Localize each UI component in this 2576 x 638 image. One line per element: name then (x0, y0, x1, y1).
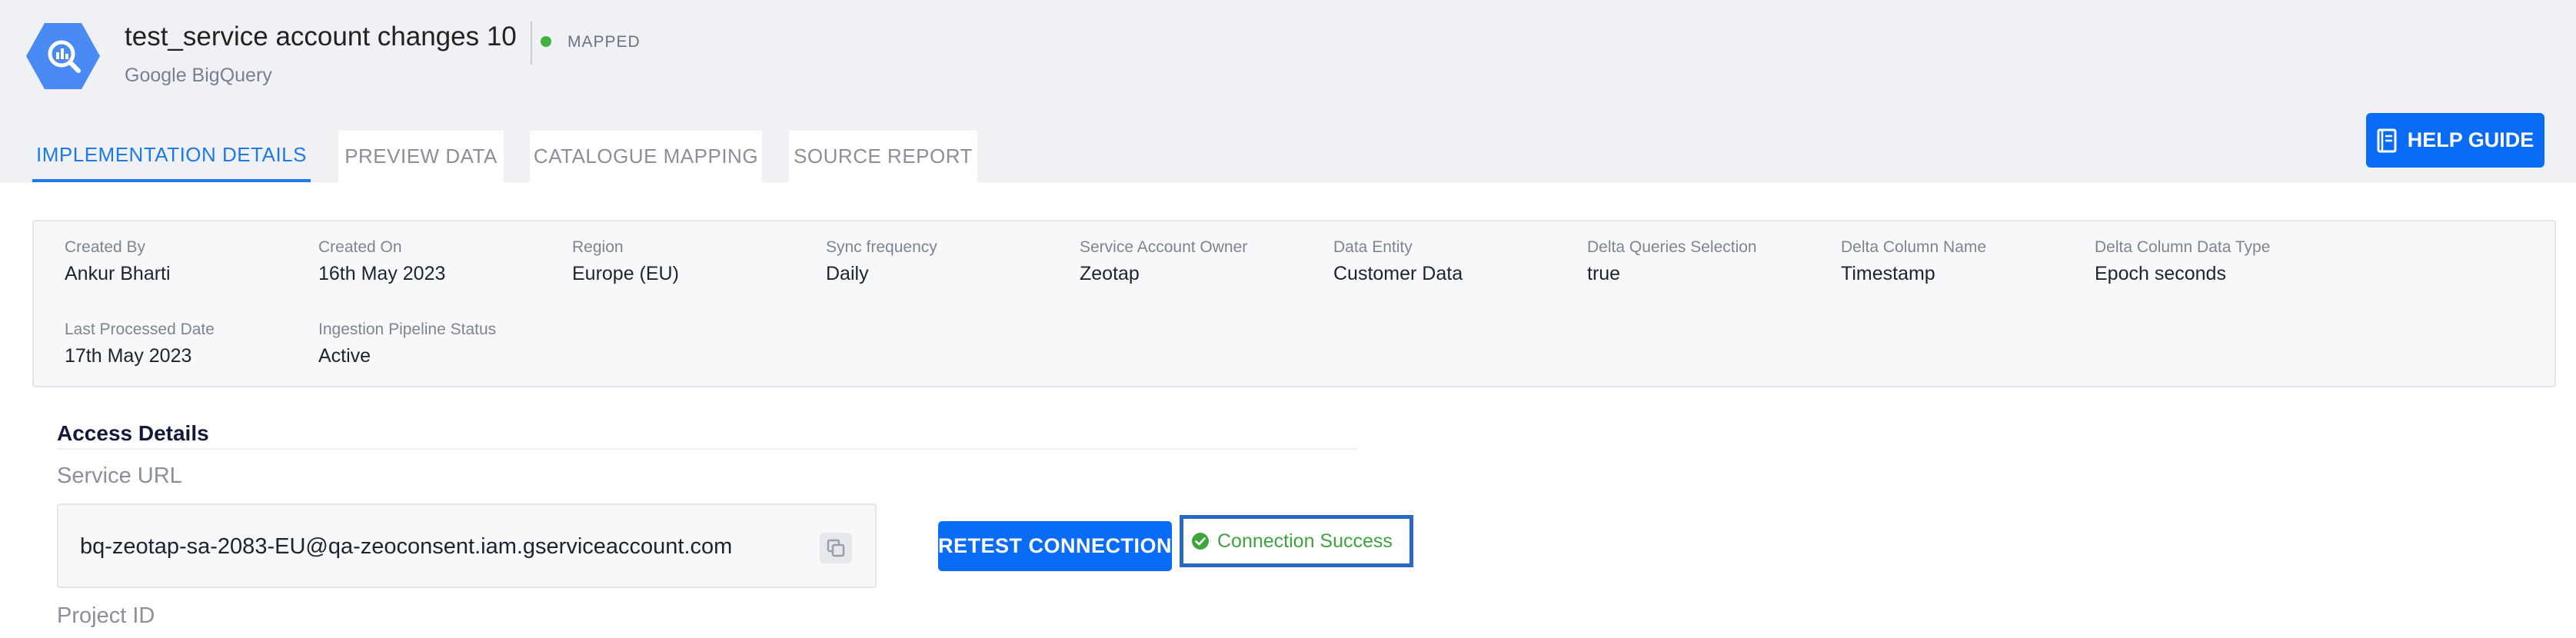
title-divider (531, 22, 532, 65)
connection-status-badge: Connection Success (1180, 515, 1413, 567)
detail-data-entity: Data Entity Customer Data (1333, 238, 1463, 285)
status-dot-icon (541, 36, 551, 47)
detail-label: Last Processed Date (65, 321, 215, 338)
detail-label: Created On (318, 238, 402, 256)
detail-label: Created By (65, 238, 146, 256)
detail-value: Timestamp (1841, 263, 1935, 284)
tab-implementation-details[interactable]: IMPLEMENTATION DETAILS (32, 131, 311, 182)
detail-ingestion-pipeline-status: Ingestion Pipeline Status Active (318, 321, 496, 367)
detail-delta-queries-selection: Delta Queries Selection true (1587, 238, 1757, 285)
service-url-value: bq-zeotap-sa-2083-EU@qa-zeoconsent.iam.g… (80, 534, 733, 559)
bigquery-logo-icon (26, 23, 100, 89)
detail-value: Ankur Bharti (65, 263, 171, 284)
page-header: test_service account changes 10 MAPPED G… (0, 0, 2576, 182)
detail-label: Data Entity (1333, 238, 1413, 256)
detail-value: 16th May 2023 (318, 263, 446, 284)
copy-icon (827, 539, 845, 557)
tab-catalogue-mapping[interactable]: CATALOGUE MAPPING (530, 131, 762, 182)
service-url-label: Service URL (57, 464, 182, 488)
detail-sync-frequency: Sync frequency Daily (826, 238, 937, 285)
status-badge: MAPPED (567, 33, 641, 51)
detail-value: Epoch seconds (2095, 263, 2226, 284)
detail-created-on: Created On 16th May 2023 (318, 238, 445, 285)
detail-label: Region (572, 238, 624, 256)
detail-delta-column-data-type: Delta Column Data Type Epoch seconds (2095, 238, 2270, 285)
project-id-label: Project ID (57, 603, 155, 628)
connection-status-text: Connection Success (1217, 530, 1393, 552)
access-details-heading: Access Details (57, 421, 209, 445)
detail-value: true (1587, 263, 1621, 284)
detail-value: 17th May 2023 (65, 345, 192, 367)
help-guide-button[interactable]: HELP GUIDE (2366, 113, 2544, 168)
tab-source-report[interactable]: SOURCE REPORT (789, 131, 977, 182)
detail-last-processed-date: Last Processed Date 17th May 2023 (65, 321, 215, 367)
detail-value: Daily (826, 263, 869, 284)
detail-label: Sync frequency (826, 238, 937, 256)
service-url-field: bq-zeotap-sa-2083-EU@qa-zeoconsent.iam.g… (57, 503, 877, 588)
detail-created-by: Created By Ankur Bharti (65, 238, 171, 285)
detail-label: Service Account Owner (1080, 238, 1248, 256)
detail-label: Delta Column Data Type (2095, 238, 2271, 256)
check-circle-icon (1192, 533, 1209, 550)
detail-service-account-owner: Service Account Owner Zeotap (1080, 238, 1247, 285)
detail-value: Zeotap (1080, 263, 1140, 284)
detail-label: Ingestion Pipeline Status (318, 321, 497, 338)
detail-region: Region Europe (EU) (572, 238, 679, 285)
implementation-details-panel: Created By Ankur Bharti Created On 16th … (32, 220, 2556, 387)
retest-connection-button[interactable]: RETEST CONNECTION (938, 521, 1172, 571)
copy-button[interactable] (820, 533, 852, 563)
access-divider (57, 448, 1356, 450)
page-title: test_service account changes 10 (125, 22, 517, 52)
detail-value: Active (318, 345, 371, 367)
page-subtitle: Google BigQuery (125, 65, 272, 86)
tab-preview-data[interactable]: PREVIEW DATA (338, 131, 504, 182)
detail-label: Delta Column Name (1841, 238, 1987, 256)
book-icon (2377, 128, 2397, 152)
detail-delta-column-name: Delta Column Name Timestamp (1841, 238, 1986, 285)
detail-value: Customer Data (1333, 263, 1463, 284)
detail-label: Delta Queries Selection (1587, 238, 1757, 256)
detail-value: Europe (EU) (572, 263, 679, 284)
help-guide-label: HELP GUIDE (2407, 128, 2534, 151)
